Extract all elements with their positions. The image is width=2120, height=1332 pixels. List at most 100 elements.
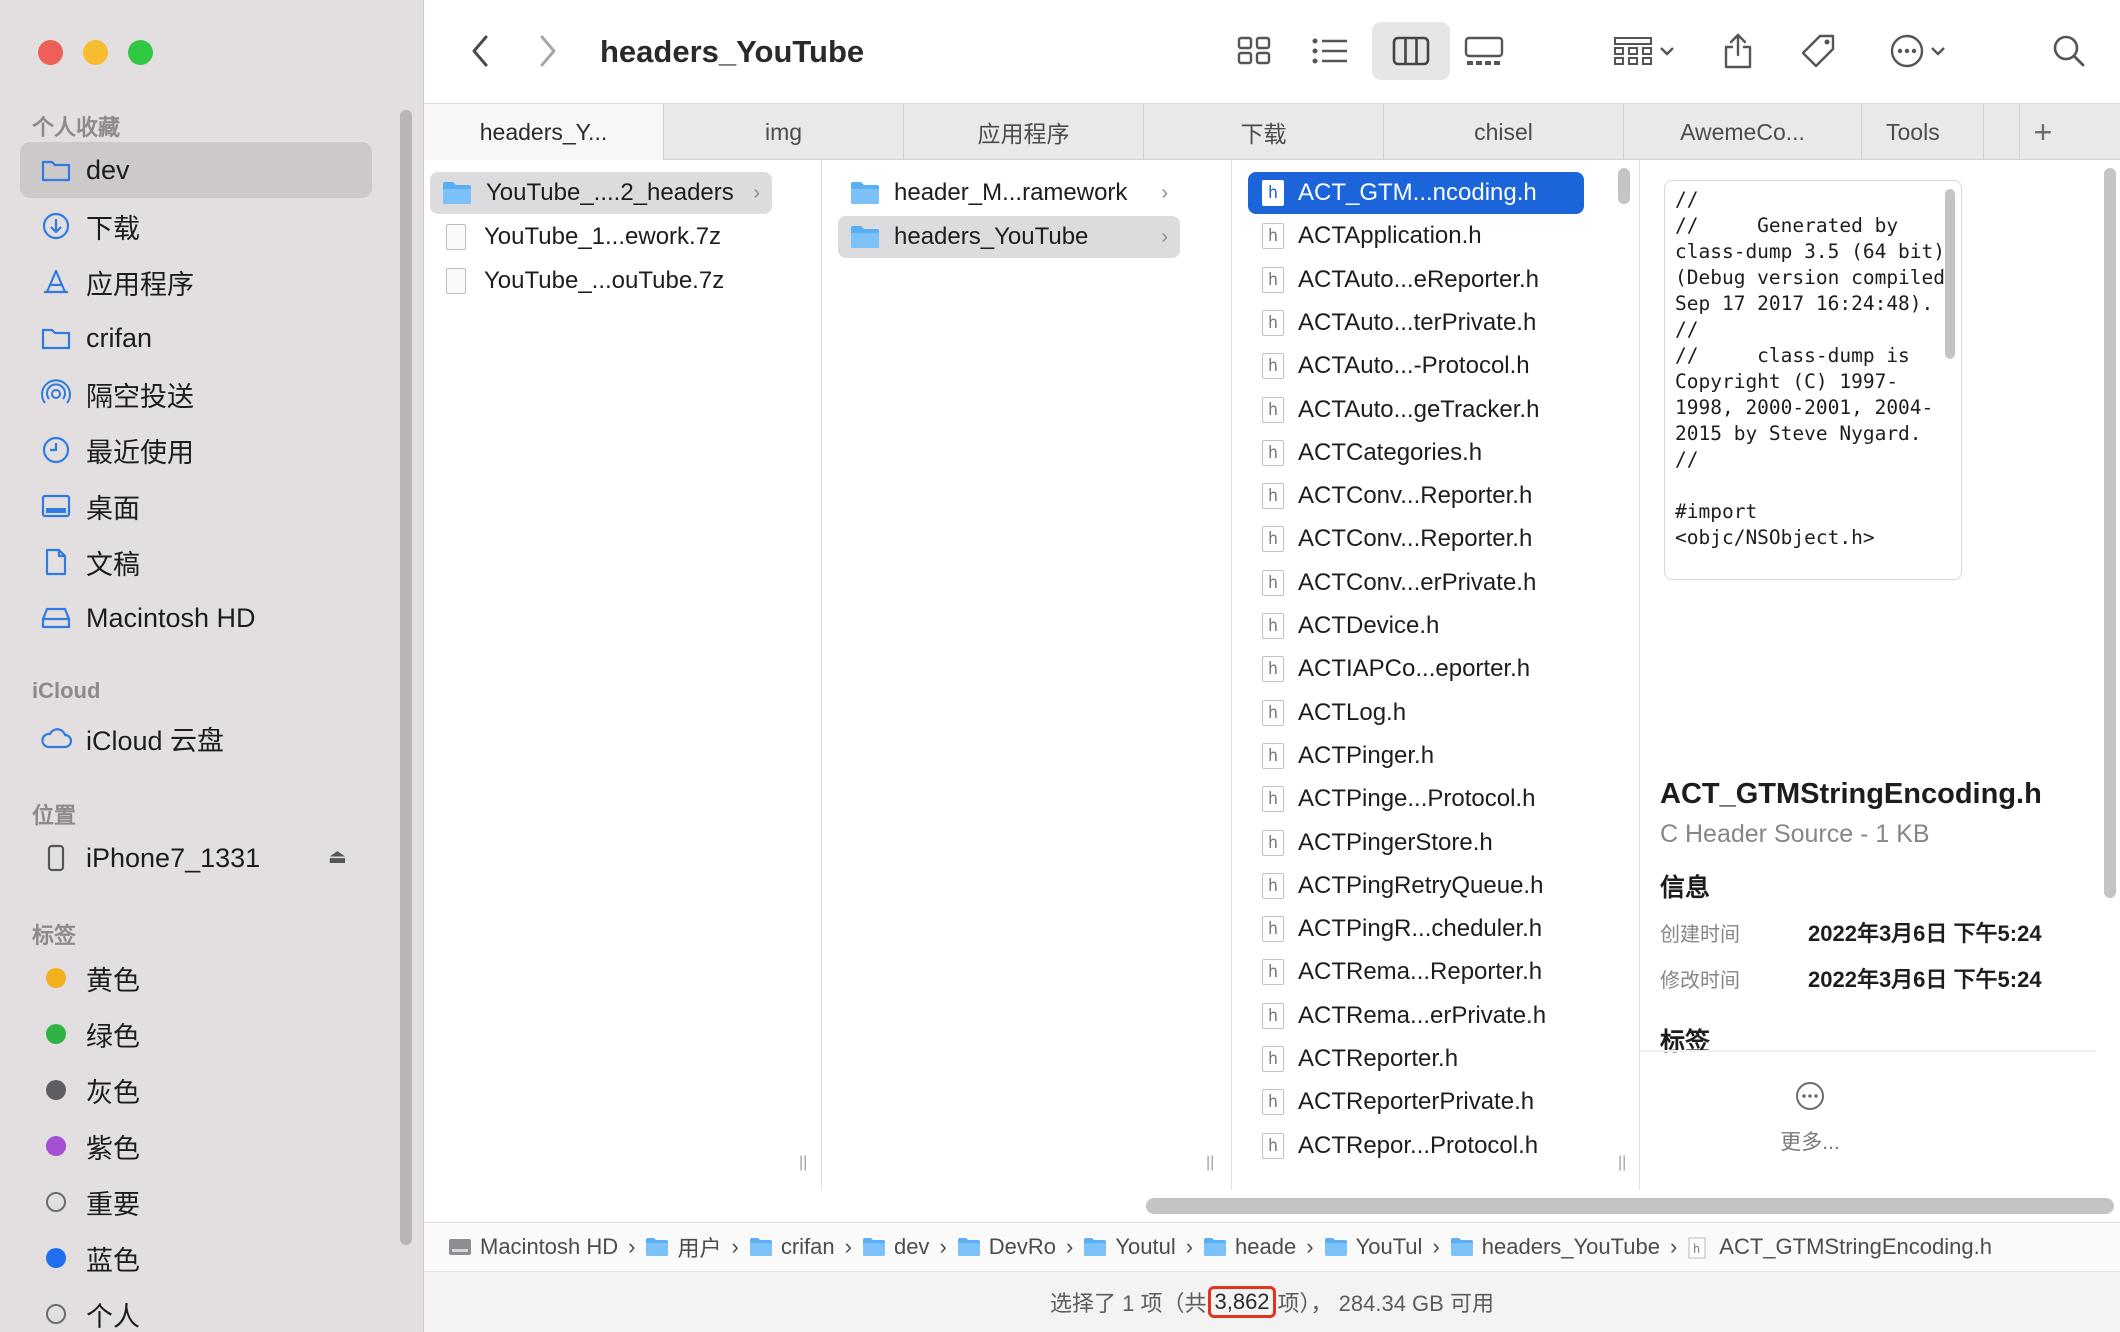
breadcrumb-item[interactable]: YouTul: [1324, 1234, 1423, 1260]
list-item[interactable]: h ACTPinge...Protocol.h: [1248, 778, 1584, 820]
breadcrumb-item[interactable]: crifan: [749, 1234, 835, 1260]
sidebar-item-dev[interactable]: dev: [20, 142, 372, 198]
tab-awemeco[interactable]: AwemeCo...: [1624, 104, 1862, 160]
list-item[interactable]: h ACTAuto...eReporter.h: [1248, 259, 1584, 301]
sidebar-tag-personal[interactable]: 个人: [20, 1286, 372, 1332]
sidebar-tag-important[interactable]: 重要: [20, 1174, 372, 1230]
list-item[interactable]: h ACTAuto...-Protocol.h: [1248, 345, 1584, 387]
back-button[interactable]: [460, 28, 500, 74]
more-actions-button[interactable]: [1878, 28, 1958, 74]
group-button[interactable]: [1604, 28, 1684, 74]
sidebar-item-applications[interactable]: 应用程序: [20, 254, 372, 310]
list-item[interactable]: h ACTPingerStore.h: [1248, 822, 1584, 864]
list-item[interactable]: h ACTAuto...terPrivate.h: [1248, 302, 1584, 344]
sidebar-tag-gray[interactable]: 灰色: [20, 1062, 372, 1118]
sidebar-item-documents[interactable]: 文稿: [20, 534, 372, 590]
tab-img[interactable]: img: [664, 104, 904, 160]
tab-applications[interactable]: 应用程序: [904, 104, 1144, 160]
column-resize-handle[interactable]: ||: [1206, 1154, 1214, 1172]
sidebar-item-recents[interactable]: 最近使用: [20, 422, 372, 478]
more-label: 更多...: [1780, 1131, 1840, 1154]
list-item[interactable]: h ACTConv...Reporter.h: [1248, 518, 1584, 560]
sidebar-scrollbar[interactable]: [400, 110, 412, 1245]
list-item[interactable]: YouTube_....2_headers ›: [430, 172, 772, 214]
breadcrumb-item[interactable]: DevRo: [957, 1234, 1056, 1260]
list-item[interactable]: h ACTPingR...cheduler.h: [1248, 908, 1584, 950]
list-item[interactable]: h ACTReporterPrivate.h: [1248, 1081, 1584, 1123]
window-title: headers_YouTube: [600, 34, 865, 69]
list-item[interactable]: headers_YouTube ›: [838, 216, 1180, 258]
sidebar-tag-yellow[interactable]: 黄色: [20, 950, 372, 1006]
column-resize-handle[interactable]: ||: [1618, 1154, 1626, 1172]
sidebar-item-crifan[interactable]: crifan: [20, 310, 372, 366]
sidebar-item-desktop[interactable]: 桌面: [20, 478, 372, 534]
breadcrumb-item[interactable]: Youtul: [1083, 1234, 1176, 1260]
sidebar: 个人收藏 dev 下载 应用程序 crifan 隔空投送 最近使用 桌面 文稿 …: [0, 0, 424, 1332]
list-item[interactable]: h ACTApplication.h: [1248, 215, 1584, 257]
minimize-button[interactable]: [83, 40, 108, 65]
sidebar-tag-purple[interactable]: 紫色: [20, 1118, 372, 1174]
new-tab-button[interactable]: +: [2020, 104, 2066, 160]
breadcrumb-label: YouTul: [1355, 1234, 1423, 1259]
desktop-icon: [28, 494, 84, 518]
sidebar-item-iphone[interactable]: iPhone7_1331: [20, 830, 372, 886]
list-item[interactable]: h ACTPinger.h: [1248, 735, 1584, 777]
breadcrumb-separator: ›: [1432, 1234, 1440, 1259]
list-item[interactable]: h ACT_GTM...ncoding.h: [1248, 172, 1584, 214]
breadcrumb-item[interactable]: headers_YouTube: [1450, 1234, 1660, 1260]
list-item[interactable]: h ACTIAPCo...eporter.h: [1248, 648, 1584, 690]
list-item[interactable]: YouTube_...ouTube.7z: [430, 260, 772, 302]
tags-button[interactable]: [1790, 28, 1846, 74]
list-item[interactable]: h ACTCategories.h: [1248, 432, 1584, 474]
more-button[interactable]: 更多...: [1770, 1080, 1850, 1156]
breadcrumb-item[interactable]: h ACT_GTMStringEncoding.h: [1687, 1234, 1992, 1260]
breadcrumb-item[interactable]: dev: [862, 1234, 929, 1260]
sidebar-item-downloads[interactable]: 下载: [20, 198, 372, 254]
ellipsis-circle-icon: [1890, 34, 1924, 68]
breadcrumb-item[interactable]: 用户: [645, 1231, 722, 1263]
gallery-view-button[interactable]: [1454, 28, 1514, 74]
list-item[interactable]: h ACTDevice.h: [1248, 605, 1584, 647]
eject-icon[interactable]: ⏏: [328, 844, 347, 869]
share-button[interactable]: [1712, 28, 1764, 74]
tab-chisel[interactable]: chisel: [1384, 104, 1624, 160]
list-view-button[interactable]: [1302, 28, 1358, 74]
breadcrumb-item[interactable]: Macintosh HD: [448, 1234, 618, 1260]
list-item[interactable]: header_M...ramework ›: [838, 172, 1180, 214]
column-scrollbar[interactable]: [1618, 168, 1630, 204]
close-button[interactable]: [38, 40, 63, 65]
list-item[interactable]: h ACTRema...erPrivate.h: [1248, 995, 1584, 1037]
column-view-button[interactable]: [1372, 22, 1450, 80]
list-item[interactable]: h ACTLog.h: [1248, 692, 1584, 734]
list-item[interactable]: h ACTRema...Reporter.h: [1248, 951, 1584, 993]
sidebar-item-macintosh-hd[interactable]: Macintosh HD: [20, 590, 372, 646]
forward-button[interactable]: [528, 28, 568, 74]
list-item[interactable]: h ACTRepor...Protocol.h: [1248, 1125, 1584, 1167]
tab-headers-youtube[interactable]: headers_Y...: [424, 104, 664, 160]
sidebar-item-label: 下载: [86, 213, 140, 244]
search-button[interactable]: [2044, 28, 2094, 74]
column-resize-handle[interactable]: ||: [799, 1154, 807, 1172]
list-item[interactable]: YouTube_1...ework.7z: [430, 216, 772, 258]
sidebar-item-icloud-drive[interactable]: iCloud 云盘: [20, 710, 372, 766]
sidebar-tag-green[interactable]: 绿色: [20, 1006, 372, 1062]
horizontal-scrollbar[interactable]: [1146, 1198, 2114, 1214]
list-item[interactable]: h ACTReporter.h: [1248, 1038, 1584, 1080]
tab-downloads[interactable]: 下载: [1144, 104, 1384, 160]
list-item[interactable]: h ACTConv...Reporter.h: [1248, 475, 1584, 517]
breadcrumb-label: Macintosh HD: [480, 1234, 619, 1259]
list-item[interactable]: h ACTConv...erPrivate.h: [1248, 562, 1584, 604]
code-preview[interactable]: // // Generated by class-dump 3.5 (64 bi…: [1664, 180, 1962, 580]
list-item[interactable]: h ACTAuto...geTracker.h: [1248, 389, 1584, 431]
tab-tools[interactable]: Tools: [1862, 104, 1984, 160]
code-preview-scrollbar[interactable]: [1945, 189, 1955, 359]
icon-view-button[interactable]: [1226, 28, 1282, 74]
sidebar-item-airdrop[interactable]: 隔空投送: [20, 366, 372, 422]
item-label: YouTube_...ouTube.7z: [484, 267, 725, 294]
header-file-icon: h: [1262, 396, 1284, 423]
list-item[interactable]: h ACTPingRetryQueue.h: [1248, 865, 1584, 907]
preview-scrollbar[interactable]: [2104, 168, 2116, 898]
breadcrumb-item[interactable]: heade: [1203, 1234, 1296, 1260]
zoom-button[interactable]: [128, 40, 153, 65]
sidebar-tag-blue[interactable]: 蓝色: [20, 1230, 372, 1286]
